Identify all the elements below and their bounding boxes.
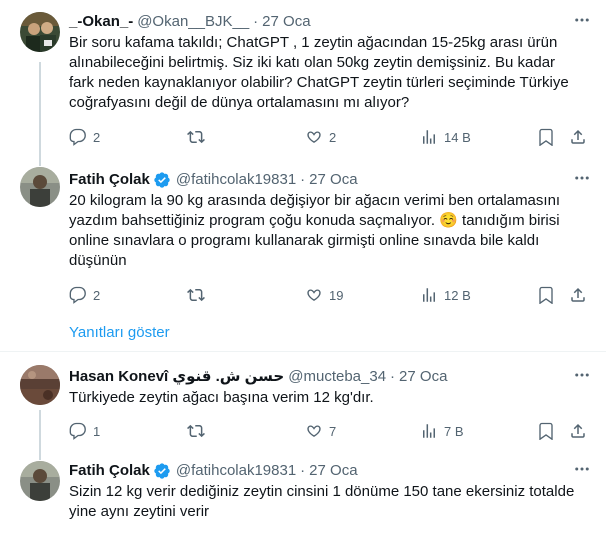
reply-button[interactable]: 1 xyxy=(69,421,100,441)
tweet-actions: 2 19 12 B xyxy=(69,285,592,305)
share-button[interactable] xyxy=(569,421,587,441)
heart-icon xyxy=(307,131,321,143)
tweet-text: Sizin 12 kg verir dediğiniz zeytin cinsi… xyxy=(69,482,592,522)
tweet-actions: 2 2 14 B xyxy=(69,127,592,147)
heart-icon xyxy=(307,425,321,437)
tweet-text: 20 kilogram la 90 kg arasında değişiyor … xyxy=(69,191,592,271)
views-chart-icon xyxy=(423,288,435,302)
user-handle[interactable]: @mucteba_34 xyxy=(288,367,386,387)
more-options-icon[interactable] xyxy=(572,365,592,385)
tweet-header: Fatih Çolak @fatihcolak19831 · 27 Oca xyxy=(69,461,592,481)
separator-dot: · xyxy=(390,368,396,385)
retweet-icon xyxy=(187,424,205,438)
bookmark-button[interactable] xyxy=(537,285,555,305)
separator-dot: · xyxy=(300,171,306,188)
share-icon xyxy=(571,423,585,438)
bookmark-icon xyxy=(539,422,553,440)
more-options-icon[interactable] xyxy=(572,168,592,188)
views-count: 7 B xyxy=(444,423,464,439)
reply-icon xyxy=(69,286,86,304)
like-count: 7 xyxy=(329,423,337,439)
views-count: 12 B xyxy=(444,287,471,303)
tweet-text-line: online sınavlara o programı kullanarak g… xyxy=(69,232,540,249)
avatar[interactable] xyxy=(20,461,60,501)
tweet-header: Fatih Çolak @fatihcolak19831 · 27 Oca xyxy=(69,170,592,190)
tweet-header: _-Okan_- @Okan__BJK__ · 27 Oca xyxy=(69,12,592,32)
bookmark-icon xyxy=(539,128,553,146)
divider xyxy=(0,351,606,352)
tweet-actions: 1 7 7 B xyxy=(69,421,592,441)
tweet-text-line: alınabileceğini belirtmiş. Siz iki katı … xyxy=(69,54,556,71)
tweet-date[interactable]: 27 Oca xyxy=(309,461,357,481)
show-replies-link[interactable]: Yanıtları göster xyxy=(69,323,170,343)
separator-dot: · xyxy=(300,462,306,479)
share-icon xyxy=(571,129,585,144)
share-icon xyxy=(571,287,585,302)
reply-icon xyxy=(69,128,86,146)
heart-icon xyxy=(307,289,321,301)
display-name[interactable]: Hasan Konevî حسن ش. قنوي xyxy=(69,367,284,387)
like-button[interactable]: 2 xyxy=(305,127,336,147)
verified-badge-icon xyxy=(154,463,170,479)
tweet-header: Hasan Konevî حسن ش. قنوي @mucteba_34 · 2… xyxy=(69,367,592,387)
display-name[interactable]: Fatih Çolak xyxy=(69,170,150,190)
tweet-date[interactable]: 27 Oca xyxy=(399,367,447,387)
views-button[interactable]: 7 B xyxy=(420,421,464,441)
bookmark-button[interactable] xyxy=(537,421,555,441)
retweet-icon xyxy=(187,288,205,302)
tweet-text-line: Sizin 12 kg verir dediğiniz zeytin cinsi… xyxy=(69,483,575,500)
reply-button[interactable]: 2 xyxy=(69,285,100,305)
views-count: 14 B xyxy=(444,129,471,145)
tweet-text-line: 20 kilogram la 90 kg arasında değişiyor … xyxy=(69,192,561,209)
user-handle[interactable]: @fatihcolak19831 xyxy=(176,461,296,481)
retweet-icon xyxy=(187,130,205,144)
like-count: 19 xyxy=(329,287,344,303)
user-handle[interactable]: @fatihcolak19831 xyxy=(176,170,296,190)
reply-count: 1 xyxy=(93,423,101,439)
tweet-text-line: yine aynı zeytini verir xyxy=(69,503,210,520)
share-button[interactable] xyxy=(569,127,587,147)
retweet-button[interactable] xyxy=(187,285,211,305)
thread-line xyxy=(39,62,41,166)
tweet-text-line: Bir soru kafama takıldı; ChatGPT , 1 zey… xyxy=(69,34,558,51)
avatar[interactable] xyxy=(20,365,60,405)
avatar[interactable] xyxy=(20,167,60,207)
tweet-text-line: düşünün xyxy=(69,252,127,269)
views-chart-icon xyxy=(423,130,435,144)
tweet-text: Bir soru kafama takıldı; ChatGPT , 1 zey… xyxy=(69,33,592,113)
reply-button[interactable]: 2 xyxy=(69,127,100,147)
tweet-date[interactable]: 27 Oca xyxy=(262,12,310,32)
reply-icon xyxy=(69,422,86,440)
user-handle[interactable]: @Okan__BJK__ xyxy=(137,12,249,32)
bookmark-button[interactable] xyxy=(537,127,555,147)
like-button[interactable]: 19 xyxy=(305,285,343,305)
like-count: 2 xyxy=(329,129,337,145)
views-button[interactable]: 14 B xyxy=(420,127,471,147)
thread-line xyxy=(39,410,41,460)
share-button[interactable] xyxy=(569,285,587,305)
more-options-icon[interactable] xyxy=(572,10,592,30)
retweet-button[interactable] xyxy=(187,127,211,147)
more-options-icon[interactable] xyxy=(572,459,592,479)
tweet-text: Türkiyede zeytin ağacı başına verim 12 k… xyxy=(69,388,592,408)
tweet-text-line: fark neden kaynaklanıyor olabilir? ChatG… xyxy=(69,74,569,91)
tweet-text-line: coğrafyasını değil de dünya ortalamasını… xyxy=(69,94,410,111)
views-chart-icon xyxy=(423,424,435,438)
verified-badge-icon xyxy=(154,172,170,188)
reply-count: 2 xyxy=(93,287,101,303)
display-name[interactable]: _-Okan_- xyxy=(69,12,133,32)
retweet-button[interactable] xyxy=(187,421,211,441)
display-name[interactable]: Fatih Çolak xyxy=(69,461,150,481)
separator-dot: · xyxy=(253,13,259,30)
avatar[interactable] xyxy=(20,12,60,52)
like-button[interactable]: 7 xyxy=(305,421,336,441)
tweet-date[interactable]: 27 Oca xyxy=(309,170,357,190)
views-button[interactable]: 12 B xyxy=(420,285,471,305)
reply-count: 2 xyxy=(93,129,101,145)
bookmark-icon xyxy=(539,286,553,304)
tweet-text-line: Türkiyede zeytin ağacı başına verim 12 k… xyxy=(69,389,374,406)
tweet-text-line: yazdım bahsettiğiniz program çoğu konuda… xyxy=(69,212,560,229)
